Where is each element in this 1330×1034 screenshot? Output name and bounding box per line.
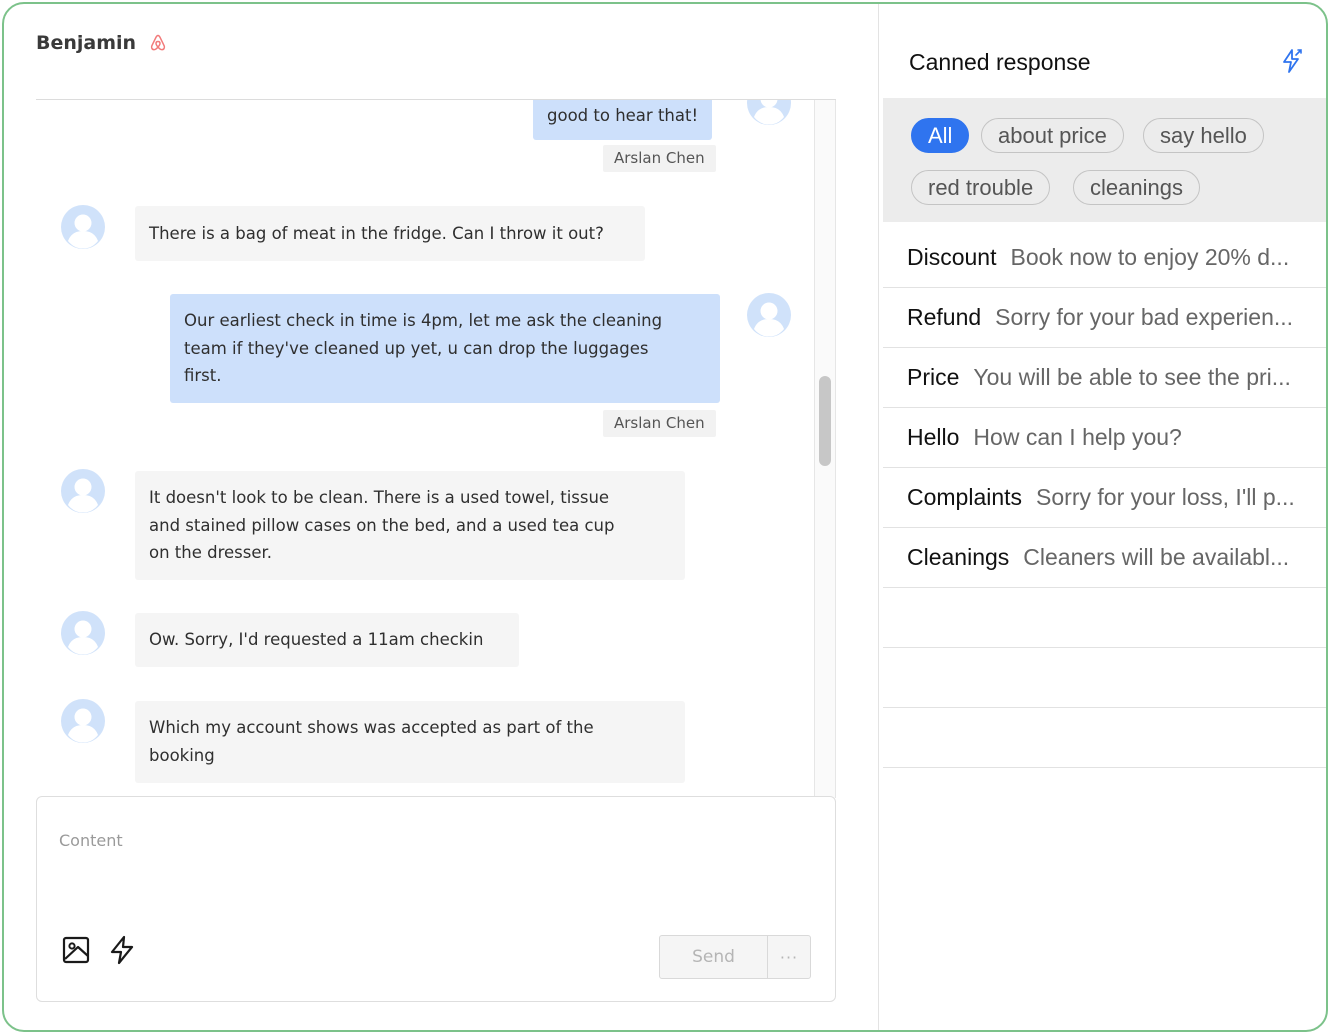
- message-line: and stained pillow cases on the bed, and…: [149, 515, 615, 535]
- guest-name: Benjamin: [36, 32, 137, 54]
- sender-tag: Arslan Chen: [603, 410, 716, 437]
- message-line: It doesn't look to be clean. There is a …: [149, 488, 610, 507]
- canned-response-item[interactable]: Discount Book now to enjoy 20% d...: [883, 228, 1326, 288]
- tag-cleanings[interactable]: cleanings: [1073, 170, 1200, 205]
- response-preview: How can I help you?: [973, 424, 1182, 450]
- sender-tag: Arslan Chen: [603, 145, 716, 172]
- response-name: Complaints: [907, 484, 1023, 510]
- message-text: Ow. Sorry, I'd requested a 11am checkin: [149, 630, 484, 649]
- message-bubble-outgoing: Our earliest check in time is 4pm, let m…: [170, 294, 720, 403]
- user-avatar-icon: [747, 100, 791, 125]
- canned-response-item[interactable]: Price You will be able to see the pri...: [883, 348, 1326, 408]
- message-bubble-outgoing: good to hear that!: [533, 100, 713, 140]
- user-avatar-icon: [61, 699, 105, 743]
- message-line: Our earliest check in time is 4pm, let m…: [184, 311, 663, 330]
- response-preview: Cleaners will be availabl...: [1023, 544, 1290, 570]
- user-avatar-icon: [747, 293, 791, 337]
- canned-response-title: Canned response: [909, 49, 1091, 75]
- message-bubble-incoming: Ow. Sorry, I'd requested a 11am checkin: [135, 613, 519, 667]
- response-name: Refund: [907, 304, 982, 330]
- send-button[interactable]: Send: [660, 936, 768, 978]
- response-preview: You will be able to see the pri...: [973, 364, 1291, 390]
- response-preview: Book now to enjoy 20% d...: [1010, 244, 1290, 270]
- message-bubble-incoming: There is a bag of meat in the fridge. Ca…: [135, 206, 645, 261]
- response-name: Cleanings: [907, 544, 1010, 570]
- tag-red-trouble[interactable]: red trouble: [911, 170, 1051, 205]
- message-bubble-incoming: It doesn't look to be clean. There is a …: [135, 471, 685, 580]
- message-line: on the dresser.: [149, 543, 273, 562]
- airbnb-icon: [150, 34, 166, 51]
- canned-response-item[interactable]: Complaints Sorry for your loss, I'll p..…: [883, 468, 1326, 528]
- empty-row: [883, 588, 1326, 648]
- tag-filter-bar: All about price say hello red trouble cl…: [883, 98, 1326, 222]
- response-preview: Sorry for your bad experien...: [995, 304, 1294, 330]
- canned-response-panel: Canned response All about price say hell…: [878, 4, 1326, 1030]
- canned-response-list: Discount Book now to enjoy 20% d... Refu…: [883, 228, 1326, 768]
- lightning-icon[interactable]: [107, 935, 137, 965]
- scrollbar-thumb[interactable]: [819, 376, 831, 466]
- content-input[interactable]: [59, 825, 799, 855]
- tag-say-hello[interactable]: say hello: [1143, 118, 1264, 153]
- user-avatar-icon: [61, 205, 105, 249]
- image-icon[interactable]: [61, 935, 91, 965]
- chat-panel: Benjamin good to hear that! Arslan Chen …: [4, 4, 878, 1030]
- empty-row: [883, 708, 1326, 768]
- message-line: booking: [149, 745, 215, 765]
- chat-header: Benjamin: [36, 32, 168, 54]
- user-avatar-icon: [61, 469, 105, 513]
- send-options-button[interactable]: ···: [768, 936, 810, 978]
- message-scrollbar[interactable]: [814, 100, 836, 798]
- tag-about-price[interactable]: about price: [981, 118, 1124, 153]
- response-name: Discount: [907, 244, 997, 270]
- message-line: Which my account shows was accepted as p…: [149, 718, 594, 737]
- message-bubble-incoming: Which my account shows was accepted as p…: [135, 701, 685, 783]
- canned-response-item[interactable]: Refund Sorry for your bad experien...: [883, 288, 1326, 348]
- lightning-edit-icon[interactable]: [1281, 48, 1303, 74]
- user-avatar-icon: [61, 611, 105, 655]
- canned-response-item[interactable]: Cleanings Cleaners will be availabl...: [883, 528, 1326, 588]
- message-composer: Send ···: [36, 796, 836, 1002]
- send-button-group: Send ···: [659, 935, 811, 979]
- empty-row: [883, 648, 1326, 708]
- message-text: good to hear that!: [547, 106, 699, 125]
- message-line: first.: [184, 366, 222, 385]
- response-name: Price: [907, 364, 960, 390]
- message-list[interactable]: good to hear that! Arslan Chen There is …: [36, 100, 814, 798]
- canned-response-item[interactable]: Hello How can I help you?: [883, 408, 1326, 468]
- message-text: There is a bag of meat in the fridge. Ca…: [149, 224, 604, 243]
- response-name: Hello: [907, 424, 960, 450]
- message-line: team if they've cleaned up yet, u can dr…: [184, 338, 649, 358]
- tag-all[interactable]: All: [911, 118, 970, 153]
- response-preview: Sorry for your loss, I'll p...: [1036, 484, 1295, 510]
- app-window: Benjamin good to hear that! Arslan Chen …: [2, 2, 1328, 1032]
